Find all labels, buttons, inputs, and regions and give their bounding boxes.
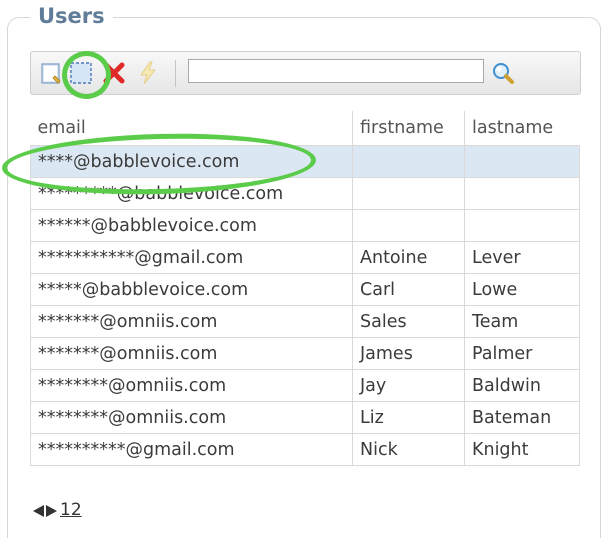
- table-row[interactable]: **********@gmail.com Nick Knight: [30, 433, 580, 466]
- search-icon[interactable]: [490, 60, 516, 86]
- cell-email: ********@omniis.com: [30, 401, 353, 434]
- cell-lastname: Baldwin: [464, 369, 580, 402]
- cell-email: ***********@gmail.com: [30, 241, 353, 274]
- cell-email: **********@gmail.com: [30, 433, 353, 466]
- cell-lastname: [464, 209, 580, 242]
- column-header-lastname[interactable]: lastname: [464, 111, 580, 146]
- select-icon[interactable]: [68, 60, 94, 86]
- cell-email: ********@omniis.com: [30, 369, 353, 402]
- cell-firstname: Liz: [352, 401, 465, 434]
- pager: 12: [32, 500, 82, 520]
- page-link-2[interactable]: 2: [71, 500, 82, 520]
- search-input[interactable]: [188, 59, 484, 83]
- cell-firstname: Carl: [352, 273, 465, 306]
- page-link-1[interactable]: 1: [60, 500, 71, 520]
- toolbar-separator: [175, 60, 176, 87]
- users-table: email firstname lastname ****@babblevoic…: [30, 111, 580, 466]
- cell-email: ****@babblevoice.com: [30, 145, 353, 178]
- cell-lastname: Team: [464, 305, 580, 338]
- cell-lastname: Bateman: [464, 401, 580, 434]
- table-row[interactable]: *******@omniis.com Sales Team: [30, 305, 580, 338]
- cell-lastname: Palmer: [464, 337, 580, 370]
- cell-firstname: [352, 177, 465, 210]
- cell-firstname: Nick: [352, 433, 465, 466]
- cell-firstname: [352, 145, 465, 178]
- table-row[interactable]: *****@babblevoice.com Carl Lowe: [30, 273, 580, 306]
- cell-firstname: Jay: [352, 369, 465, 402]
- cell-lastname: [464, 145, 580, 178]
- cell-email: *******@omniis.com: [30, 337, 353, 370]
- cell-lastname: [464, 177, 580, 210]
- table-header-row: email firstname lastname: [30, 111, 580, 146]
- table-row[interactable]: ********@omniis.com Jay Baldwin: [30, 369, 580, 402]
- lightning-icon[interactable]: [135, 60, 161, 86]
- cell-firstname: James: [352, 337, 465, 370]
- table-row[interactable]: ***********@gmail.com Antoine Lever: [30, 241, 580, 274]
- cell-lastname: Lowe: [464, 273, 580, 306]
- column-header-firstname[interactable]: firstname: [352, 111, 465, 146]
- cell-firstname: Antoine: [352, 241, 465, 274]
- cell-email: ******@babblevoice.com: [30, 209, 353, 242]
- add-icon[interactable]: [39, 60, 65, 86]
- cell-lastname: Lever: [464, 241, 580, 274]
- cell-email: *****@babblevoice.com: [30, 273, 353, 306]
- table-row[interactable]: *********@babblevoice.com: [30, 177, 580, 210]
- cell-email: *********@babblevoice.com: [30, 177, 353, 210]
- table-row[interactable]: *******@omniis.com James Palmer: [30, 337, 580, 370]
- cell-firstname: Sales: [352, 305, 465, 338]
- left-right-arrow-icon: [32, 503, 58, 517]
- cell-email: *******@omniis.com: [30, 305, 353, 338]
- toolbar: [30, 51, 581, 95]
- cell-firstname: [352, 209, 465, 242]
- delete-icon[interactable]: [101, 60, 127, 86]
- column-header-email[interactable]: email: [30, 111, 353, 146]
- table-row[interactable]: ********@omniis.com Liz Bateman: [30, 401, 580, 434]
- cell-lastname: Knight: [464, 433, 580, 466]
- table-row[interactable]: ******@babblevoice.com: [30, 209, 580, 242]
- users-legend: Users: [30, 4, 113, 28]
- table-row[interactable]: ****@babblevoice.com: [30, 145, 580, 178]
